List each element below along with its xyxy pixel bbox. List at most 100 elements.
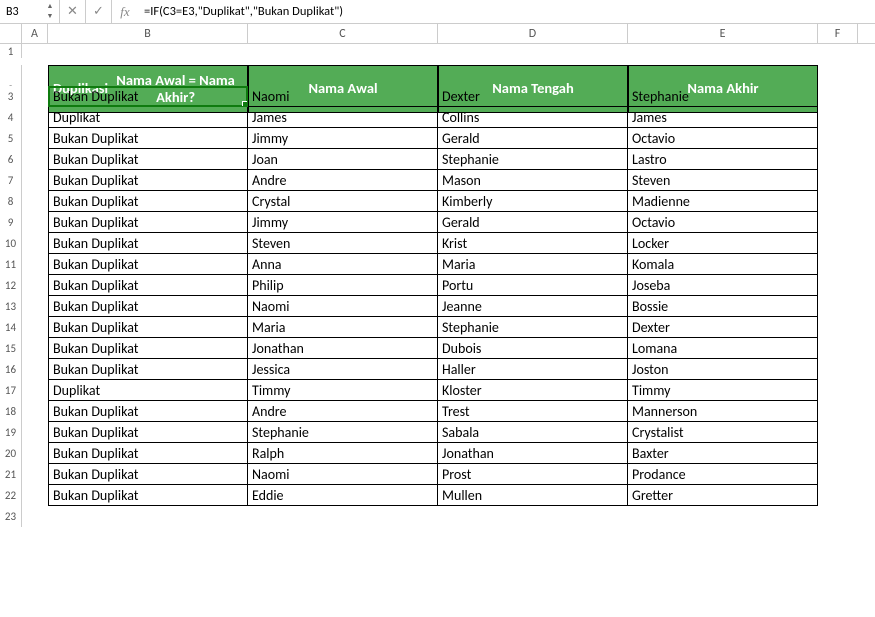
cell-F4[interactable] — [818, 107, 858, 128]
row-header-20[interactable]: 20 — [0, 443, 22, 464]
cell-blank-23[interactable] — [628, 506, 818, 527]
col-header-C[interactable]: C — [248, 24, 438, 43]
cell-B22[interactable]: Bukan Duplikat — [48, 485, 248, 506]
cell-F10[interactable] — [818, 233, 858, 254]
cell-D3[interactable]: Dexter — [438, 86, 628, 107]
cell-A22[interactable] — [22, 485, 48, 506]
cell-A9[interactable] — [22, 212, 48, 233]
row-header-19[interactable]: 19 — [0, 422, 22, 443]
cell-F7[interactable] — [818, 170, 858, 191]
cell-E22[interactable]: Gretter — [628, 485, 818, 506]
cell-C11[interactable]: Anna — [248, 254, 438, 275]
cell-E20[interactable]: Baxter — [628, 443, 818, 464]
cell-C14[interactable]: Maria — [248, 317, 438, 338]
cell-D7[interactable]: Mason — [438, 170, 628, 191]
fx-button[interactable]: fx — [112, 0, 138, 23]
cell-F18[interactable] — [818, 401, 858, 422]
cell-A6[interactable] — [22, 149, 48, 170]
cell-C17[interactable]: Timmy — [248, 380, 438, 401]
cell-D20[interactable]: Jonathan — [438, 443, 628, 464]
cell-D14[interactable]: Stephanie — [438, 317, 628, 338]
cell-A11[interactable] — [22, 254, 48, 275]
cell-A14[interactable] — [22, 317, 48, 338]
cell-F19[interactable] — [818, 422, 858, 443]
cell-D22[interactable]: Mullen — [438, 485, 628, 506]
row-header-12[interactable]: 12 — [0, 275, 22, 296]
formula-cancel-button[interactable]: ✕ — [60, 0, 86, 23]
row-header-15[interactable]: 15 — [0, 338, 22, 359]
cell-B6[interactable]: Bukan Duplikat — [48, 149, 248, 170]
cell-B18[interactable]: Bukan Duplikat — [48, 401, 248, 422]
row-header-18[interactable]: 18 — [0, 401, 22, 422]
cell-E12[interactable]: Joseba — [628, 275, 818, 296]
cell-F14[interactable] — [818, 317, 858, 338]
row-header-13[interactable]: 13 — [0, 296, 22, 317]
cell-D19[interactable]: Sabala — [438, 422, 628, 443]
cell-D5[interactable]: Gerald — [438, 128, 628, 149]
cell-C21[interactable]: Naomi — [248, 464, 438, 485]
row-header-7[interactable]: 7 — [0, 170, 22, 191]
cell-B12[interactable]: Bukan Duplikat — [48, 275, 248, 296]
row-header-14[interactable]: 14 — [0, 317, 22, 338]
cell-B10[interactable]: Bukan Duplikat — [48, 233, 248, 254]
cell-C9[interactable]: Jimmy — [248, 212, 438, 233]
cell-B16[interactable]: Bukan Duplikat — [48, 359, 248, 380]
row-header-5[interactable]: 5 — [0, 128, 22, 149]
cell-E4[interactable]: James — [628, 107, 818, 128]
name-box[interactable]: B3 ▲ ▼ — [0, 0, 60, 23]
cell-blank-23[interactable] — [248, 506, 438, 527]
cell-E5[interactable]: Octavio — [628, 128, 818, 149]
row-header-9[interactable]: 9 — [0, 212, 22, 233]
cell-B8[interactable]: Bukan Duplikat — [48, 191, 248, 212]
cell-C6[interactable]: Joan — [248, 149, 438, 170]
row-header-17[interactable]: 17 — [0, 380, 22, 401]
cell-F17[interactable] — [818, 380, 858, 401]
cell-blank[interactable] — [248, 44, 438, 58]
cell-D10[interactable]: Krist — [438, 233, 628, 254]
col-header-E[interactable]: E — [628, 24, 818, 43]
cell-A20[interactable] — [22, 443, 48, 464]
cell-blank-23[interactable] — [22, 506, 48, 527]
cell-C20[interactable]: Ralph — [248, 443, 438, 464]
cell-A16[interactable] — [22, 359, 48, 380]
cell-blank[interactable] — [48, 44, 248, 58]
cell-D15[interactable]: Dubois — [438, 338, 628, 359]
cell-D4[interactable]: Collins — [438, 107, 628, 128]
cell-C7[interactable]: Andre — [248, 170, 438, 191]
cell-F13[interactable] — [818, 296, 858, 317]
row-header-23[interactable]: 23 — [0, 506, 22, 527]
row-header-11[interactable]: 11 — [0, 254, 22, 275]
cell-C12[interactable]: Philip — [248, 275, 438, 296]
cell-B3[interactable]: Bukan Duplikat — [48, 86, 248, 107]
cell-C16[interactable]: Jessica — [248, 359, 438, 380]
cell-B17[interactable]: Duplikat — [48, 380, 248, 401]
cell-F8[interactable] — [818, 191, 858, 212]
cell-A10[interactable] — [22, 233, 48, 254]
row-header-16[interactable]: 16 — [0, 359, 22, 380]
cell-D8[interactable]: Kimberly — [438, 191, 628, 212]
cell-C3[interactable]: Naomi — [248, 86, 438, 107]
cell-B7[interactable]: Bukan Duplikat — [48, 170, 248, 191]
row-header-21[interactable]: 21 — [0, 464, 22, 485]
cell-B15[interactable]: Bukan Duplikat — [48, 338, 248, 359]
cell-blank[interactable] — [438, 44, 628, 58]
cell-B5[interactable]: Bukan Duplikat — [48, 128, 248, 149]
cell-E15[interactable]: Lomana — [628, 338, 818, 359]
cell-A12[interactable] — [22, 275, 48, 296]
cell-E7[interactable]: Steven — [628, 170, 818, 191]
cell-B21[interactable]: Bukan Duplikat — [48, 464, 248, 485]
row-header-22[interactable]: 22 — [0, 485, 22, 506]
cell-C10[interactable]: Steven — [248, 233, 438, 254]
name-box-down-icon[interactable]: ▼ — [45, 12, 55, 22]
row-header-6[interactable]: 6 — [0, 149, 22, 170]
cell-E18[interactable]: Mannerson — [628, 401, 818, 422]
cell-E16[interactable]: Joston — [628, 359, 818, 380]
cell-A13[interactable] — [22, 296, 48, 317]
cell-A15[interactable] — [22, 338, 48, 359]
cell-E14[interactable]: Dexter — [628, 317, 818, 338]
cell-A19[interactable] — [22, 422, 48, 443]
cell-E11[interactable]: Komala — [628, 254, 818, 275]
row-header-10[interactable]: 10 — [0, 233, 22, 254]
cell-C8[interactable]: Crystal — [248, 191, 438, 212]
cell-E3[interactable]: Stephanie — [628, 86, 818, 107]
